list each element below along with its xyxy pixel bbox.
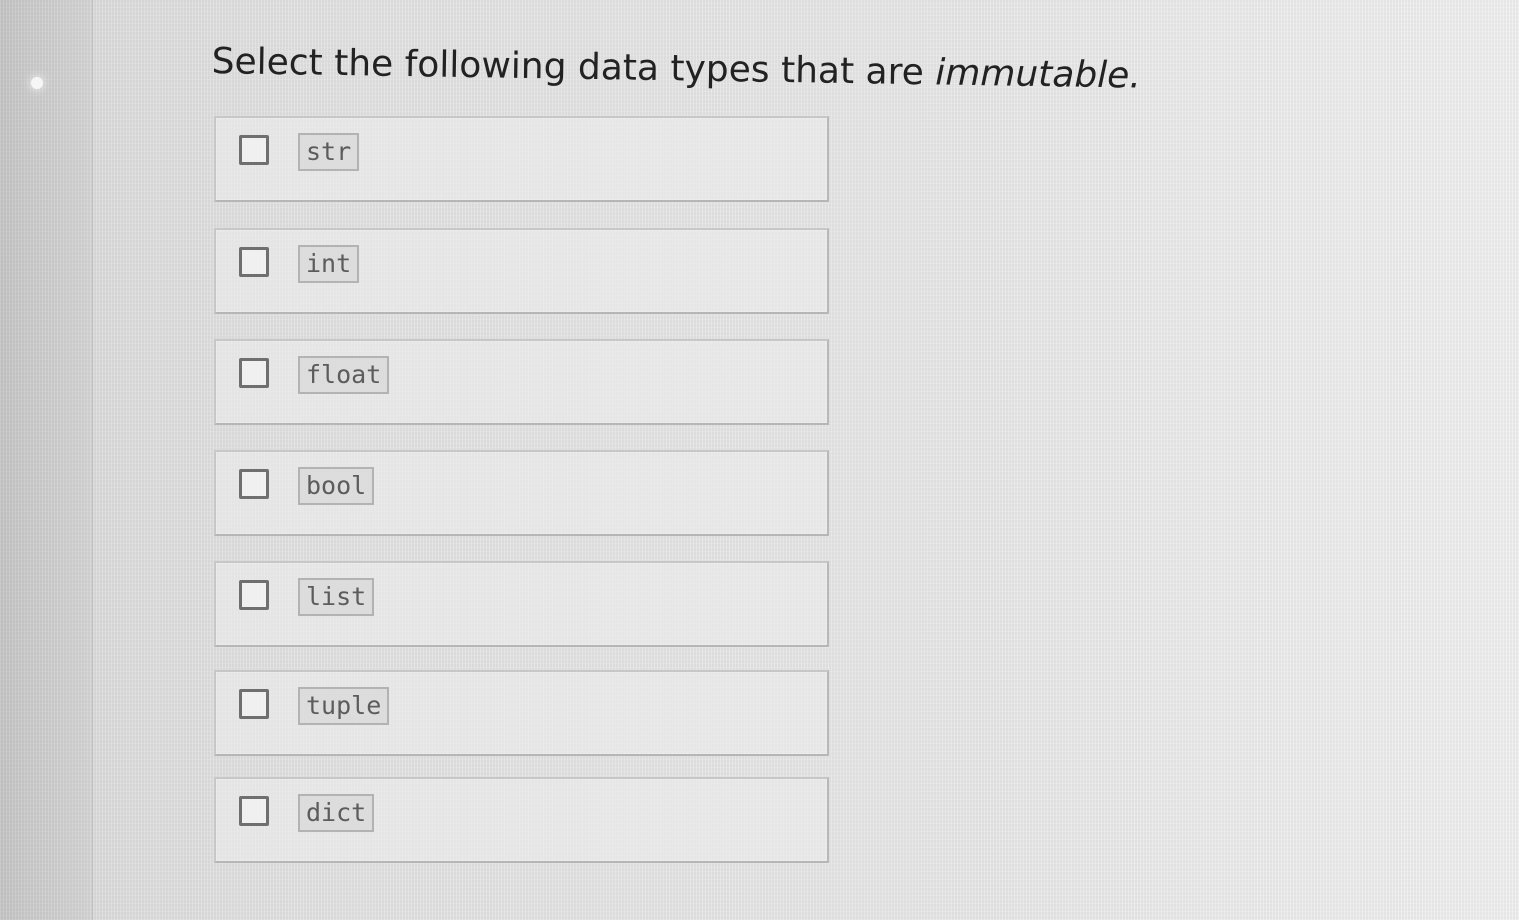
- checkbox[interactable]: [239, 689, 269, 719]
- option-float[interactable]: float: [214, 339, 829, 425]
- option-label: float: [298, 356, 390, 394]
- answer-options: str int float bool list tuple dict: [214, 116, 829, 886]
- rail-indicator-dot: [31, 77, 43, 89]
- option-label: list: [298, 578, 375, 616]
- checkbox[interactable]: [239, 796, 269, 826]
- option-dict[interactable]: dict: [214, 777, 829, 863]
- question-emphasis: immutable.: [934, 52, 1142, 97]
- checkbox[interactable]: [239, 358, 269, 388]
- option-label: str: [298, 133, 360, 171]
- checkbox[interactable]: [239, 247, 269, 277]
- checkbox[interactable]: [239, 135, 269, 165]
- checkbox[interactable]: [239, 469, 269, 499]
- option-label: tuple: [298, 687, 390, 725]
- option-str[interactable]: str: [214, 116, 829, 202]
- option-list[interactable]: list: [214, 561, 829, 647]
- question-prefix: Select the following data types that are: [211, 40, 936, 94]
- option-tuple[interactable]: tuple: [214, 670, 829, 756]
- option-label: dict: [298, 794, 375, 832]
- option-label: bool: [298, 467, 375, 505]
- option-bool[interactable]: bool: [214, 450, 829, 536]
- checkbox[interactable]: [239, 580, 269, 610]
- left-rail: [0, 0, 93, 920]
- option-label: int: [298, 245, 360, 283]
- question-prompt: Select the following data types that are…: [211, 40, 1141, 99]
- option-int[interactable]: int: [214, 228, 829, 314]
